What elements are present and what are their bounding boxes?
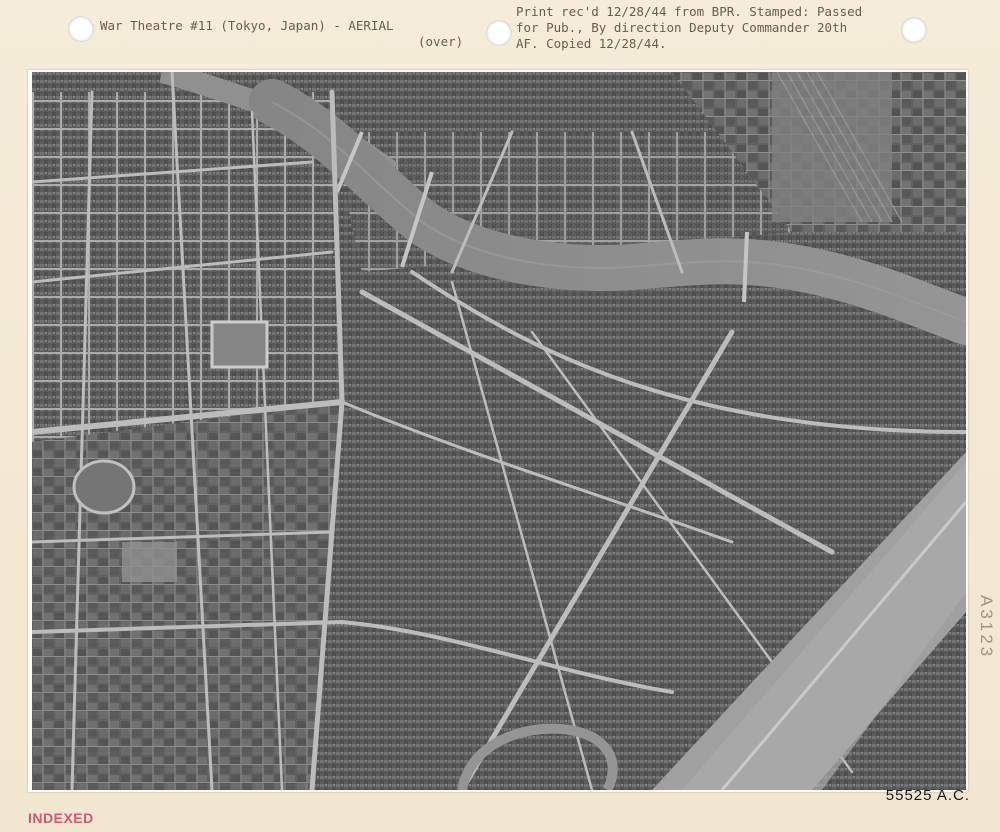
caption-receipt-line-1: Print rec'd 12/28/44 from BPR. Stamped: … xyxy=(516,4,863,19)
caption-over-note: (over) xyxy=(418,34,464,49)
punch-hole-right xyxy=(901,17,927,43)
caption-receipt-line-2: for Pub., By direction Deputy Commander … xyxy=(516,20,848,35)
punch-hole-center xyxy=(486,20,512,46)
side-pencil-note: A3123 xyxy=(977,595,996,660)
caption-receipt-line-3: AF. Copied 12/28/44. xyxy=(516,36,667,51)
archival-print-sheet: War Theatre #11 (Tokyo, Japan) - AERIAL … xyxy=(0,0,1000,832)
caption-title: War Theatre #11 (Tokyo, Japan) - AERIAL xyxy=(100,18,394,33)
punch-hole-left xyxy=(68,16,94,42)
photo-number: 55525 A.C. xyxy=(885,787,970,804)
aerial-photograph xyxy=(32,72,966,790)
indexed-stamp: INDEXED xyxy=(28,810,94,826)
